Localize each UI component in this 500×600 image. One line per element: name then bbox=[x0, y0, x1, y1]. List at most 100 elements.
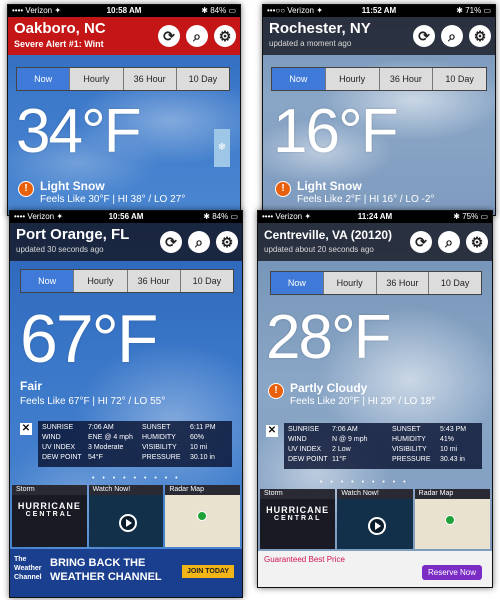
tab-hourly[interactable]: Hourly bbox=[324, 272, 377, 294]
tab-hourly[interactable]: Hourly bbox=[70, 68, 124, 90]
current-temperature: 67°F bbox=[20, 301, 158, 377]
tab-10-day[interactable]: 10 Day bbox=[181, 270, 233, 292]
radar-map-card[interactable]: Radar Map bbox=[165, 485, 241, 547]
alert-icon[interactable]: ! bbox=[18, 181, 34, 197]
severe-alert-text[interactable]: Severe Alert #1: Wint bbox=[14, 39, 104, 49]
forecast-tabs: Now Hourly 36 Hour 10 Day bbox=[270, 271, 482, 295]
refresh-icon[interactable]: ⟳ bbox=[410, 231, 432, 253]
location-pin-icon bbox=[444, 515, 455, 525]
forecast-tabs: Now Hourly 36 Hour 10 Day bbox=[20, 269, 234, 293]
city-name: Centreville, VA (20120) bbox=[264, 228, 393, 242]
city-name: Oakboro, NC bbox=[14, 20, 106, 37]
city-name: Rochester, NY bbox=[269, 20, 371, 37]
tab-10-day[interactable]: 10 Day bbox=[433, 68, 486, 90]
gear-icon[interactable]: ⚙ bbox=[466, 231, 488, 253]
forecast-tabs: Now Hourly 36 Hour 10 Day bbox=[271, 67, 487, 91]
sunrise-label: SUNRISE bbox=[288, 426, 320, 433]
feature-cards: Storm HURRICANE CENTRAL Watch Now! Radar … bbox=[12, 485, 241, 547]
visibility-value: 10 mi bbox=[190, 444, 208, 451]
details-panel: SUNRISE 7:06 AM SUNSET 6:11 PM WIND ENE … bbox=[38, 421, 232, 467]
ad-headline-1: BRING BACK THE bbox=[50, 557, 146, 569]
battery: ✱ 71% ▭ bbox=[456, 6, 491, 15]
close-details-icon[interactable]: ✕ bbox=[266, 425, 278, 437]
feels-like-text: Feels Like 30°F | HI 38° / LO 27° bbox=[40, 194, 186, 205]
search-icon[interactable]: ⌕ bbox=[438, 231, 460, 253]
radar-map-card[interactable]: Radar Map bbox=[414, 489, 490, 549]
dew-point-value: 11°F bbox=[332, 456, 347, 463]
gear-icon[interactable]: ⚙ bbox=[216, 231, 238, 253]
tab-36-hour[interactable]: 36 Hour bbox=[380, 68, 434, 90]
reserve-now-button[interactable]: Reserve Now bbox=[421, 565, 482, 580]
status-bar: •••• Verizon ✦ 10:58 AM ✱ 84% ▭ bbox=[8, 5, 240, 17]
play-icon[interactable] bbox=[119, 514, 137, 532]
page-dots[interactable]: • • • • • • • • • bbox=[92, 475, 181, 482]
tab-10-day[interactable]: 10 Day bbox=[429, 272, 481, 294]
wind-label: WIND bbox=[288, 436, 307, 443]
watch-now-card[interactable]: Watch Now! bbox=[337, 489, 413, 549]
advertisement-banner[interactable]: The Weather Channel BRING BACK THE WEATH… bbox=[10, 549, 242, 597]
tab-36-hour[interactable]: 36 Hour bbox=[124, 68, 177, 90]
storm-card[interactable]: Storm HURRICANE CENTRAL bbox=[12, 485, 87, 547]
visibility-label: VISIBILITY bbox=[392, 446, 427, 453]
city-name: Port Orange, FL bbox=[16, 226, 130, 243]
join-today-button[interactable]: JOIN TODAY bbox=[181, 565, 234, 578]
condition-text: Fair bbox=[20, 379, 43, 393]
tab-now[interactable]: Now bbox=[271, 272, 324, 294]
search-icon[interactable]: ⌕ bbox=[188, 231, 210, 253]
page-dots[interactable]: • • • • • • • • • bbox=[320, 479, 409, 486]
search-icon[interactable]: ⌕ bbox=[186, 25, 208, 47]
gear-icon[interactable]: ⚙ bbox=[214, 25, 236, 47]
hurricane-central-logo: HURRICANE CENTRAL bbox=[17, 501, 81, 518]
location-header: Port Orange, FL updated 30 seconds ago ⟳… bbox=[10, 223, 242, 261]
tab-now[interactable]: Now bbox=[17, 68, 71, 90]
search-icon[interactable]: ⌕ bbox=[441, 25, 463, 47]
dew-point-label: DEW POINT bbox=[288, 456, 328, 463]
radar-map-thumbnail bbox=[165, 495, 241, 547]
alert-icon[interactable]: ! bbox=[268, 383, 284, 399]
sunset-value: 6:11 PM bbox=[190, 424, 216, 431]
condition-text: Partly Cloudy bbox=[290, 381, 368, 395]
refresh-icon[interactable]: ⟳ bbox=[413, 25, 435, 47]
tab-10-day[interactable]: 10 Day bbox=[177, 68, 229, 90]
updated-text: updated a moment ago bbox=[269, 39, 352, 48]
storm-card[interactable]: Storm HURRICANE CENTRAL bbox=[260, 489, 336, 549]
status-bar: •••• Verizon ✦ 11:24 AM ✱ 75% ▭ bbox=[258, 211, 492, 223]
radar-map-thumbnail bbox=[414, 499, 490, 549]
play-icon[interactable] bbox=[367, 517, 386, 535]
wind-label: WIND bbox=[42, 434, 61, 441]
alert-icon[interactable]: ! bbox=[275, 181, 291, 197]
close-details-icon[interactable]: ✕ bbox=[20, 423, 32, 435]
card-title: Watch Now! bbox=[88, 485, 164, 495]
card-title: Radar Map bbox=[165, 485, 241, 495]
visibility-label: VISIBILITY bbox=[142, 444, 177, 451]
uv-label: UV INDEX bbox=[42, 444, 76, 451]
refresh-icon[interactable]: ⟳ bbox=[160, 231, 182, 253]
refresh-icon[interactable]: ⟳ bbox=[158, 25, 180, 47]
tab-now[interactable]: Now bbox=[21, 270, 75, 292]
location-pin-icon bbox=[197, 511, 208, 521]
uv-value: 3 Moderate bbox=[88, 444, 124, 451]
updated-text: updated 30 seconds ago bbox=[16, 245, 104, 254]
tab-36-hour[interactable]: 36 Hour bbox=[377, 272, 430, 294]
card-title: Storm bbox=[260, 489, 336, 499]
pressure-label: PRESSURE bbox=[142, 454, 181, 461]
current-temperature: 28°F bbox=[266, 303, 392, 372]
advertisement-banner[interactable]: Guaranteed Best Price Reserve Now bbox=[258, 551, 492, 587]
tab-hourly[interactable]: Hourly bbox=[326, 68, 380, 90]
tab-hourly[interactable]: Hourly bbox=[74, 270, 128, 292]
dew-point-label: DEW POINT bbox=[42, 454, 82, 461]
dew-point-value: 54°F bbox=[88, 454, 103, 461]
watch-now-card[interactable]: Watch Now! bbox=[88, 485, 164, 547]
snowflake-tab-icon[interactable]: ❄ bbox=[214, 129, 230, 167]
gear-icon[interactable]: ⚙ bbox=[469, 25, 491, 47]
card-title: Storm bbox=[12, 485, 87, 495]
tab-36-hour[interactable]: 36 Hour bbox=[128, 270, 181, 292]
tab-now[interactable]: Now bbox=[272, 68, 326, 90]
condition-text: Light Snow bbox=[40, 179, 105, 193]
forecast-tabs: Now Hourly 36 Hour 10 Day bbox=[16, 67, 230, 91]
weather-channel-logo: The Weather Channel bbox=[14, 556, 42, 581]
feels-like-text: Feels Like 20°F | HI 29° / LO 18° bbox=[290, 396, 436, 407]
visibility-value: 10 mi bbox=[440, 446, 458, 453]
sunset-label: SUNSET bbox=[142, 424, 171, 431]
ad-headline: Guaranteed Best Price bbox=[264, 555, 345, 564]
